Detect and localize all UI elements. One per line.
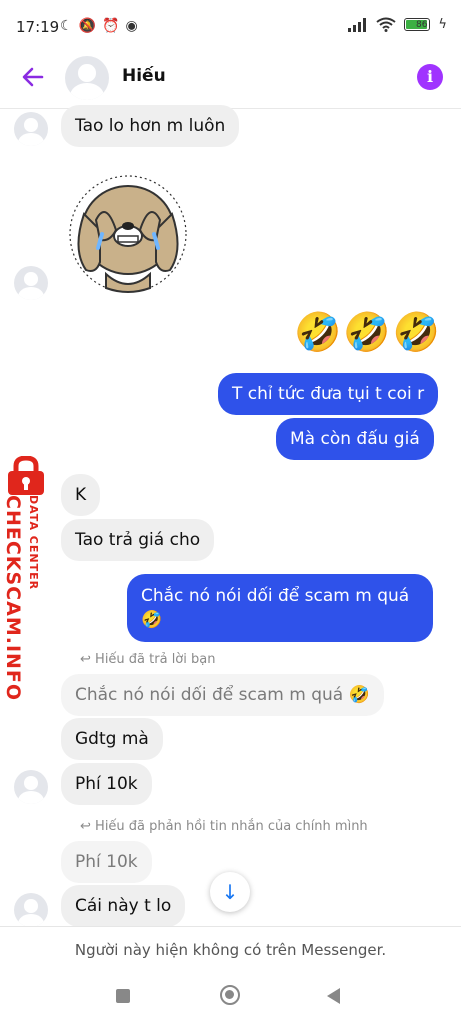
- arrow-down-icon: ↓: [221, 880, 239, 904]
- outgoing-message[interactable]: Mà còn đấu giá: [276, 418, 434, 460]
- crying-dog-sticker[interactable]: [66, 170, 190, 298]
- wifi-icon: [376, 17, 397, 32]
- incoming-message[interactable]: Cái này t lo: [61, 885, 186, 927]
- sender-avatar[interactable]: [14, 893, 48, 927]
- info-icon[interactable]: i: [417, 64, 443, 90]
- back-button[interactable]: [327, 988, 340, 1004]
- reply-note-text: Hiếu đã phản hồi tin nhắn của chính mình: [95, 819, 368, 834]
- reply-note-text: Hiếu đã trả lời bạn: [95, 652, 216, 667]
- charging-icon: ϟ: [438, 17, 447, 32]
- mute-bell-icon: 🔕: [78, 18, 96, 34]
- outgoing-message[interactable]: Chắc nó nói dối để scam m quá 🤣: [127, 574, 433, 642]
- quoted-message[interactable]: Chắc nó nói dối để scam m quá 🤣: [61, 674, 384, 716]
- status-time: 17:19: [16, 18, 60, 36]
- incoming-message[interactable]: Tao lo hơn m luôn: [61, 105, 240, 147]
- alarm-icon: ⏰: [102, 18, 120, 34]
- signal-icon: [348, 17, 367, 32]
- composer-footer: Người này hiện không có trên Messenger.: [0, 926, 461, 971]
- system-nav-bar: [0, 970, 461, 1024]
- chat-header: Hiếu i: [0, 52, 461, 109]
- quoted-message[interactable]: Phí 10k: [61, 841, 152, 883]
- sender-avatar[interactable]: [14, 112, 48, 146]
- messenger-icon: ◉: [125, 18, 138, 34]
- watermark: DATA CENTER CHECKSCAM.INFO: [0, 495, 50, 701]
- watermark-subtitle: DATA CENTER: [27, 495, 40, 591]
- status-left-icons: ☾ 🔕 ⏰ ◉: [60, 18, 138, 34]
- contact-avatar[interactable]: [65, 56, 109, 100]
- reply-icon: ↩: [80, 819, 91, 834]
- home-button[interactable]: [220, 985, 240, 1005]
- watermark-title: CHECKSCAM.INFO: [2, 495, 24, 702]
- status-bar: 17:19 ☾ 🔕 ⏰ ◉ 86 ϟ: [0, 0, 461, 52]
- status-right-icons: 86 ϟ: [348, 17, 447, 32]
- scroll-to-bottom-button[interactable]: ↓: [210, 872, 250, 912]
- back-arrow-icon[interactable]: [20, 64, 46, 97]
- battery-level: 86: [415, 20, 428, 30]
- contact-name[interactable]: Hiếu: [122, 66, 166, 86]
- reply-indicator: ↩ Hiếu đã trả lời bạn: [80, 652, 215, 667]
- outgoing-message[interactable]: T chỉ tức đưa tụi t coi r: [218, 373, 439, 415]
- reply-indicator: ↩ Hiếu đã phản hồi tin nhắn của chính mì…: [80, 819, 368, 834]
- battery-icon: 86: [404, 18, 431, 31]
- incoming-message[interactable]: Tao trả giá cho: [61, 519, 215, 561]
- recent-apps-button[interactable]: [116, 989, 130, 1003]
- incoming-message[interactable]: Gdtg mà: [61, 718, 163, 760]
- moon-icon: ☾: [60, 18, 73, 34]
- unavailable-notice: Người này hiện không có trên Messenger.: [74, 941, 387, 959]
- incoming-message[interactable]: K: [61, 474, 101, 516]
- reply-icon: ↩: [80, 652, 91, 667]
- incoming-message[interactable]: Phí 10k: [61, 763, 152, 805]
- lock-logo: [4, 455, 48, 496]
- sender-avatar[interactable]: [14, 770, 48, 804]
- emoji-message[interactable]: 🤣🤣🤣: [294, 310, 442, 355]
- sender-avatar[interactable]: [14, 266, 48, 300]
